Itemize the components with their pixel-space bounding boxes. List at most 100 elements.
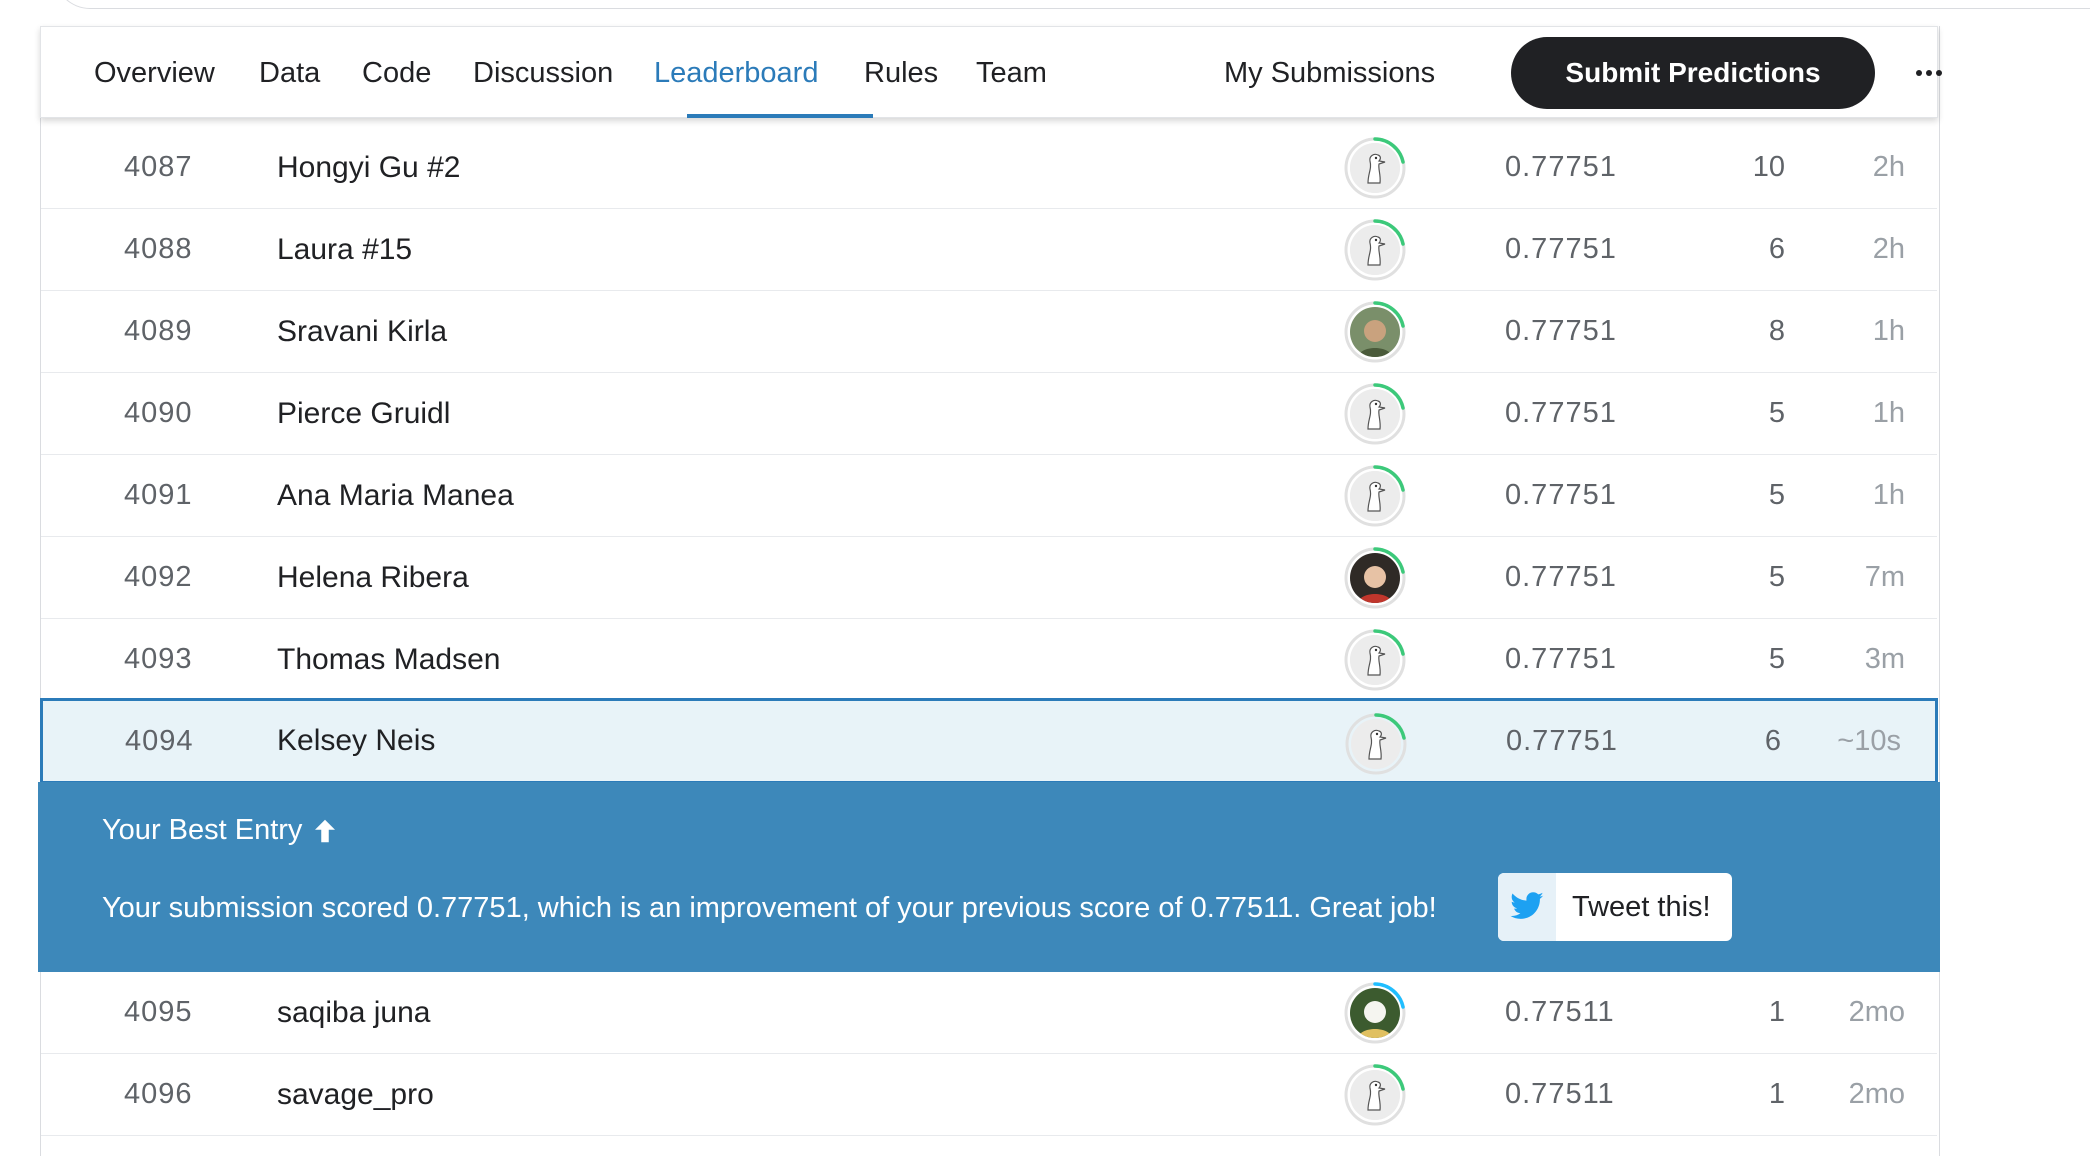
submit-predictions-button[interactable]: Submit Predictions	[1511, 37, 1875, 109]
entries-cell: 5	[1768, 397, 1785, 429]
default-avatar-icon	[1350, 143, 1400, 193]
score-cell: 0.77511	[1505, 996, 1615, 1028]
twitter-bird-icon	[1498, 873, 1556, 941]
team-name[interactable]: Ana Maria Manea	[277, 455, 514, 536]
tab-data[interactable]: Data	[259, 27, 320, 117]
last-submission-cell: 1h	[1872, 479, 1905, 511]
default-avatar-icon	[1350, 635, 1400, 685]
rank-cell: 4094	[125, 724, 194, 757]
avatar[interactable]	[1343, 546, 1407, 610]
last-submission-cell: 2h	[1872, 151, 1905, 183]
avatar[interactable]	[1343, 300, 1407, 364]
tab-team[interactable]: Team	[976, 27, 1047, 117]
default-avatar-icon	[1350, 1070, 1400, 1120]
avatar[interactable]	[1343, 464, 1407, 528]
rank-cell: 4090	[124, 397, 193, 429]
score-cell: 0.77511	[1505, 1078, 1615, 1110]
team-name[interactable]: Laura #15	[277, 209, 412, 290]
entries-cell: 8	[1768, 315, 1785, 347]
last-submission-cell: 3m	[1864, 643, 1905, 675]
avatar[interactable]	[1343, 136, 1407, 200]
leaderboard-row[interactable]: 4092 Helena Ribera 0.77751 5 7m	[41, 537, 1937, 619]
avatar[interactable]	[1343, 218, 1407, 282]
rank-cell: 4089	[124, 315, 193, 347]
my-submissions-link[interactable]: My Submissions	[1224, 27, 1435, 117]
rank-cell: 4087	[124, 151, 193, 183]
rank-cell: 4096	[124, 1078, 193, 1110]
team-name[interactable]: Kelsey Neis	[277, 701, 435, 781]
photo-avatar-icon	[1350, 988, 1400, 1038]
best-entry-title-text: Your Best Entry	[102, 814, 303, 846]
avatar[interactable]	[1343, 1063, 1407, 1127]
entries-cell: 1	[1768, 1078, 1785, 1110]
leaderboard-row[interactable]: 4090 Pierce Gruidl 0.77751 5 1h	[41, 373, 1937, 455]
best-entry-title: Your Best Entry	[102, 814, 340, 847]
rank-cell: 4088	[124, 233, 193, 265]
entries-cell: 5	[1768, 643, 1785, 675]
avatar[interactable]	[1343, 981, 1407, 1045]
last-submission-cell: 2h	[1872, 233, 1905, 265]
entries-cell: 6	[1768, 233, 1785, 265]
last-submission-cell: 1h	[1872, 397, 1905, 429]
score-cell: 0.77751	[1506, 724, 1618, 757]
last-submission-cell: 2mo	[1848, 1078, 1905, 1110]
team-name[interactable]: Sravani Kirla	[277, 291, 447, 372]
score-cell: 0.77751	[1505, 479, 1617, 511]
default-avatar-icon	[1350, 389, 1400, 439]
rank-cell: 4091	[124, 479, 193, 511]
avatar[interactable]	[1344, 712, 1408, 776]
team-name[interactable]: Hongyi Gu #2	[277, 127, 460, 208]
default-avatar-icon	[1351, 719, 1401, 769]
entries-cell: 5	[1768, 561, 1785, 593]
leaderboard-row[interactable]: 4088 Laura #15 0.77751 6 2h	[41, 209, 1937, 291]
last-submission-cell: 7m	[1864, 561, 1905, 593]
rank-cell: 4092	[124, 561, 193, 593]
tweet-button[interactable]: Tweet this!	[1498, 873, 1732, 941]
active-tab-indicator	[687, 114, 873, 118]
avatar[interactable]	[1343, 382, 1407, 446]
best-entry-message: Your submission scored 0.77751, which is…	[102, 892, 1437, 924]
tab-discussion[interactable]: Discussion	[473, 27, 613, 117]
tab-code[interactable]: Code	[362, 27, 431, 117]
leaderboard-row[interactable]: 4093 Thomas Madsen 0.77751 5 3m	[41, 619, 1937, 701]
default-avatar-icon	[1350, 225, 1400, 275]
more-options-icon[interactable]	[1903, 47, 1955, 99]
leaderboard-row[interactable]: 4095 saqiba juna 0.77511 1 2mo	[41, 972, 1937, 1054]
tab-leaderboard[interactable]: Leaderboard	[654, 27, 818, 117]
arrow-up-icon	[315, 819, 336, 842]
my-leaderboard-row[interactable]: 4094 Kelsey Neis 0.77751 6 ~10s	[40, 698, 1938, 784]
team-name[interactable]: Thomas Madsen	[277, 619, 500, 700]
team-name[interactable]: savage_pro	[277, 1054, 434, 1135]
entries-cell: 10	[1752, 151, 1785, 183]
score-cell: 0.77751	[1505, 233, 1617, 265]
team-name[interactable]: Helena Ribera	[277, 537, 469, 618]
score-cell: 0.77751	[1505, 151, 1617, 183]
competition-navbar: Overview Data Code Discussion Leaderboar…	[40, 26, 1942, 118]
tab-overview[interactable]: Overview	[94, 27, 215, 117]
leaderboard-row[interactable]: 4089 Sravani Kirla 0.77751 8 1h	[41, 291, 1937, 373]
avatar[interactable]	[1343, 628, 1407, 692]
entries-cell: 5	[1768, 479, 1785, 511]
score-cell: 0.77751	[1505, 643, 1617, 675]
leaderboard-row[interactable]: 4096 savage_pro 0.77511 1 2mo	[41, 1054, 1937, 1136]
last-submission-cell: ~10s	[1837, 724, 1901, 757]
team-name[interactable]: saqiba juna	[277, 972, 430, 1053]
best-entry-banner: Your Best Entry Your submission scored 0…	[38, 782, 1940, 972]
photo-avatar-icon	[1350, 307, 1400, 357]
last-submission-cell: 1h	[1872, 315, 1905, 347]
leaderboard-row[interactable]: 4091 Ana Maria Manea 0.77751 5 1h	[41, 455, 1937, 537]
rank-cell: 4093	[124, 643, 193, 675]
entries-cell: 1	[1768, 996, 1785, 1028]
rank-cell: 4095	[124, 996, 193, 1028]
default-avatar-icon	[1350, 471, 1400, 521]
score-cell: 0.77751	[1505, 315, 1617, 347]
photo-avatar-icon	[1350, 553, 1400, 603]
leaderboard-row[interactable]: 4087 Hongyi Gu #2 0.77751 10 2h	[41, 127, 1937, 209]
team-name[interactable]: Pierce Gruidl	[277, 373, 450, 454]
tab-rules[interactable]: Rules	[864, 27, 938, 117]
score-cell: 0.77751	[1505, 397, 1617, 429]
entries-cell: 6	[1764, 724, 1781, 757]
score-cell: 0.77751	[1505, 561, 1617, 593]
browser-top-edge	[54, 0, 2090, 9]
tweet-button-label: Tweet this!	[1572, 890, 1711, 923]
